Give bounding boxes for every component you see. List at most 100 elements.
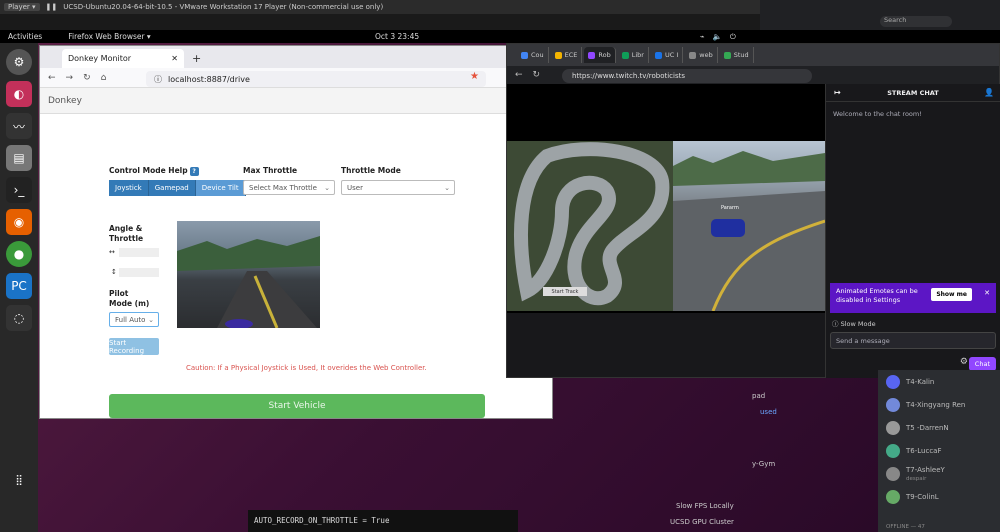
start-track-button[interactable]: Start Track (543, 287, 587, 296)
close-icon[interactable]: ✕ (171, 54, 178, 63)
vm-title: UCSD-Ubuntu20.04-64-bit-10.5 - VMware Wo… (63, 3, 384, 11)
site-icon (621, 51, 629, 59)
pause-icon[interactable]: ❚❚ (46, 3, 58, 11)
tab-stud[interactable]: Stud (720, 47, 754, 63)
chrome-icon[interactable]: ● (6, 241, 32, 267)
avatar (886, 397, 900, 412)
files-icon[interactable]: ▤ (6, 145, 32, 171)
up-down-arrow-icon: ↕ (111, 268, 117, 276)
stream-chat: ↦ STREAM CHAT 👤 Welcome to the chat room! … (825, 84, 1000, 378)
ubuntu-icon[interactable]: ◌ (6, 305, 32, 331)
start-recording-button[interactable]: Start Recording (109, 338, 159, 355)
tab-donkey-monitor[interactable]: Donkey Monitor ✕ (62, 49, 184, 68)
control-mode-group: Joystick Gamepad Device Tilt (109, 180, 246, 196)
list-item[interactable]: T4-Xingyang Ren (878, 393, 1000, 416)
throttle-mode-label: Throttle Mode (341, 166, 401, 175)
slow-mode: ⓘ Slow Mode (832, 320, 876, 328)
back-icon[interactable]: ← (515, 70, 523, 80)
site-icon (554, 51, 562, 59)
show-apps-icon[interactable]: ⣿ (6, 467, 32, 493)
send-message-input[interactable]: Send a message (830, 332, 996, 349)
users-icon[interactable]: 👤 (984, 88, 994, 97)
caution-text: Caution: If a Physical Joystick is Used,… (186, 364, 427, 372)
vmware-titlebar: Player ▾ ❚❚ UCSD-Ubuntu20.04-64-bit-10.5… (0, 0, 760, 14)
list-item[interactable]: T9-ColinL (878, 485, 1000, 508)
site-icon (654, 51, 662, 59)
chat-title: STREAM CHAT (887, 88, 939, 97)
offline-header: OFFLINE — 47 (886, 524, 925, 530)
list-item[interactable]: T4-Kalin (878, 370, 1000, 393)
volume-icon[interactable]: 🔈 (713, 32, 722, 42)
new-tab-icon[interactable]: + (192, 52, 201, 65)
control-mode-label: Control Mode Help? (109, 166, 199, 176)
angle-value (119, 248, 159, 257)
chat-send-button[interactable]: Chat (968, 357, 996, 371)
close-icon[interactable]: ✕ (984, 289, 990, 298)
power-icon[interactable]: ⏻ (730, 32, 736, 42)
promo-banner: Animated Emotes can be disabled in Setti… (830, 283, 996, 313)
system-monitor-icon[interactable]: 〰 (6, 113, 32, 139)
start-vehicle-button[interactable]: Start Vehicle (109, 394, 485, 418)
forward-icon[interactable]: → (66, 73, 74, 83)
list-item[interactable]: T6-LuccaF (878, 439, 1000, 462)
toggle-app-icon[interactable]: ◐ (6, 81, 32, 107)
left-right-arrow-icon: ↔ (109, 248, 115, 256)
pilot-mode-select[interactable]: Full Auto ⌄ (109, 312, 159, 327)
host-search-input[interactable]: Search (880, 16, 952, 27)
sim-view: Pararm (673, 141, 825, 311)
gnome-topbar: Activities Firefox Web Browser ▾ Oct 3 2… (0, 30, 1000, 43)
player-menu-button[interactable]: Player ▾ (4, 3, 40, 11)
donkey-header: Donkey (40, 88, 552, 114)
avatar (886, 466, 900, 481)
tab-cou[interactable]: Cou (517, 47, 549, 63)
stream-video[interactable]: Start Track Pararm (507, 84, 825, 313)
tab-uc[interactable]: UC I (651, 47, 684, 63)
tab-libr[interactable]: Libr (618, 47, 649, 63)
info-icon: ⓘ (154, 74, 162, 84)
collapse-chat-icon[interactable]: ↦ (834, 88, 841, 97)
avatar (886, 443, 900, 458)
back-icon[interactable]: ← (48, 73, 56, 83)
clock[interactable]: Oct 3 23:45 (375, 32, 419, 41)
discord-member-list: T4-Kalin T4-Xingyang Ren T5 -DarrenN T6-… (878, 370, 1000, 532)
reload-icon[interactable]: ↻ (533, 70, 541, 80)
chevron-down-icon: ⌄ (148, 315, 154, 324)
app-menu[interactable]: Firefox Web Browser ▾ (68, 32, 150, 41)
gamepad-button[interactable]: Gamepad (148, 180, 196, 196)
gear-icon[interactable]: ⚙ (960, 357, 968, 367)
welcome-text: Welcome to the chat room! (833, 110, 922, 118)
home-icon[interactable]: ⌂ (101, 73, 107, 83)
promo-text: Animated Emotes can be disabled in Setti… (836, 287, 918, 304)
list-item[interactable]: T5 -DarrenN (878, 416, 1000, 439)
firefox-window: Donkey Monitor ✕ + ← → ↻ ⌂ ⓘ localhost:888… (39, 45, 553, 419)
site-icon (723, 51, 731, 59)
show-me-button[interactable]: Show me (931, 288, 972, 301)
throttle-mode-select[interactable]: User ⌄ (341, 180, 455, 195)
device-tilt-button[interactable]: Device Tilt (195, 180, 246, 196)
chevron-down-icon: ⌄ (324, 183, 330, 192)
list-item[interactable]: T7-AshleeY despair (878, 462, 1000, 485)
side-text-gym: y-Gym (752, 460, 776, 468)
side-text-gpu: UCSD GPU Cluster (670, 518, 734, 526)
camera-feed (177, 221, 320, 328)
twitch-url-bar[interactable]: https://www.twitch.tv/roboticists (562, 69, 812, 83)
network-icon[interactable]: ⌁ (700, 32, 705, 42)
pycharm-icon[interactable]: PC (6, 273, 32, 299)
activities-button[interactable]: Activities (8, 32, 42, 41)
bookmark-star-icon[interactable]: ★ (470, 71, 479, 82)
twitch-icon (588, 51, 596, 59)
url-bar[interactable]: ⓘ localhost:8887/drive (146, 71, 486, 87)
host-browser-strip: Search (760, 0, 1000, 30)
max-throttle-select[interactable]: Select Max Throttle ⌄ (243, 180, 335, 195)
side-text-pad: pad (752, 392, 766, 400)
tab-ece[interactable]: ECE (551, 47, 583, 63)
tab-web[interactable]: web (685, 47, 718, 63)
help-icon[interactable]: ? (189, 167, 199, 176)
joystick-button[interactable]: Joystick (109, 180, 149, 196)
firefox-icon[interactable]: ◉ (6, 209, 32, 235)
tab-rob[interactable]: Rob (584, 47, 616, 63)
terminal-icon[interactable]: ›_ (6, 177, 32, 203)
info-icon: ⓘ (832, 320, 839, 328)
reload-icon[interactable]: ↻ (83, 73, 91, 83)
settings-icon[interactable]: ⚙ (6, 49, 32, 75)
